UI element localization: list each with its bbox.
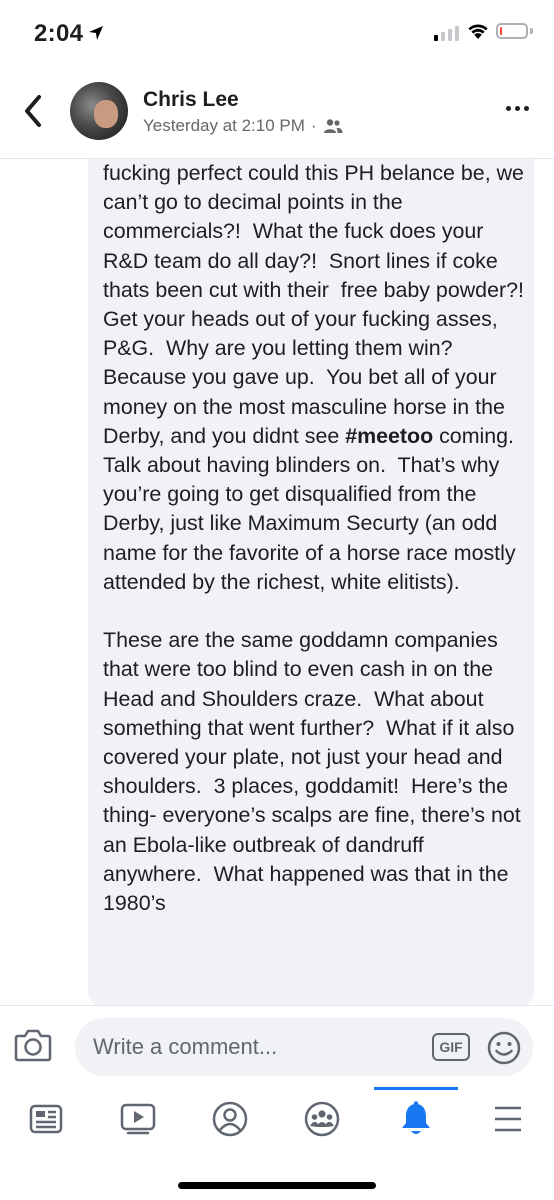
comment-composer: GIF <box>0 1005 554 1088</box>
chevron-left-icon[interactable] <box>22 94 44 128</box>
news-feed-icon <box>29 1104 63 1134</box>
status-bar: 2:04 <box>0 0 554 66</box>
active-tab-indicator <box>374 1087 458 1090</box>
video-icon <box>120 1103 156 1135</box>
tab-video[interactable] <box>113 1099 163 1139</box>
menu-icon <box>495 1106 521 1132</box>
post-paragraph-1a: fucking perfect could this PH belance be… <box>103 161 524 448</box>
home-indicator <box>178 1182 376 1189</box>
smiley-icon[interactable] <box>486 1030 522 1066</box>
notifications-bell-icon <box>402 1101 430 1134</box>
avatar[interactable] <box>70 82 128 140</box>
tab-groups[interactable] <box>297 1099 347 1139</box>
battery-low-icon <box>496 23 528 39</box>
battery-nub <box>530 28 533 34</box>
location-arrow-icon <box>89 26 103 40</box>
gif-button[interactable]: GIF <box>432 1033 470 1061</box>
post-header: Chris Lee Yesterday at 2:10 PM · <box>0 66 554 159</box>
tab-profile[interactable] <box>205 1099 255 1139</box>
tab-news-feed[interactable] <box>21 1099 71 1139</box>
cellular-signal-icon <box>434 26 459 41</box>
bottom-tab-bar <box>0 1087 554 1200</box>
wifi-icon <box>468 24 488 39</box>
post-timestamp[interactable]: Yesterday at 2:10 PM <box>143 116 305 136</box>
post-body: fucking perfect could this PH belance be… <box>88 159 534 1009</box>
battery-level-fill <box>500 27 502 35</box>
post-paragraph-1b: coming. Talk about having blinders on. T… <box>103 423 526 594</box>
hashtag-link[interactable]: #meetoo <box>345 424 433 448</box>
post-paragraph-2: These are the same goddamn companies tha… <box>103 628 527 916</box>
camera-icon[interactable] <box>14 1028 52 1062</box>
profile-icon <box>212 1101 248 1137</box>
tab-notifications[interactable] <box>391 1099 441 1139</box>
post-text: fucking perfect could this PH belance be… <box>103 159 528 918</box>
meta-separator: · <box>310 116 317 135</box>
groups-icon <box>304 1101 340 1137</box>
more-horizontal-icon[interactable] <box>506 106 529 111</box>
tab-menu[interactable] <box>483 1099 533 1139</box>
post-meta: Yesterday at 2:10 PM · <box>143 116 343 136</box>
author-name[interactable]: Chris Lee <box>143 88 239 112</box>
status-time: 2:04 <box>34 20 84 47</box>
friends-icon <box>323 119 343 133</box>
